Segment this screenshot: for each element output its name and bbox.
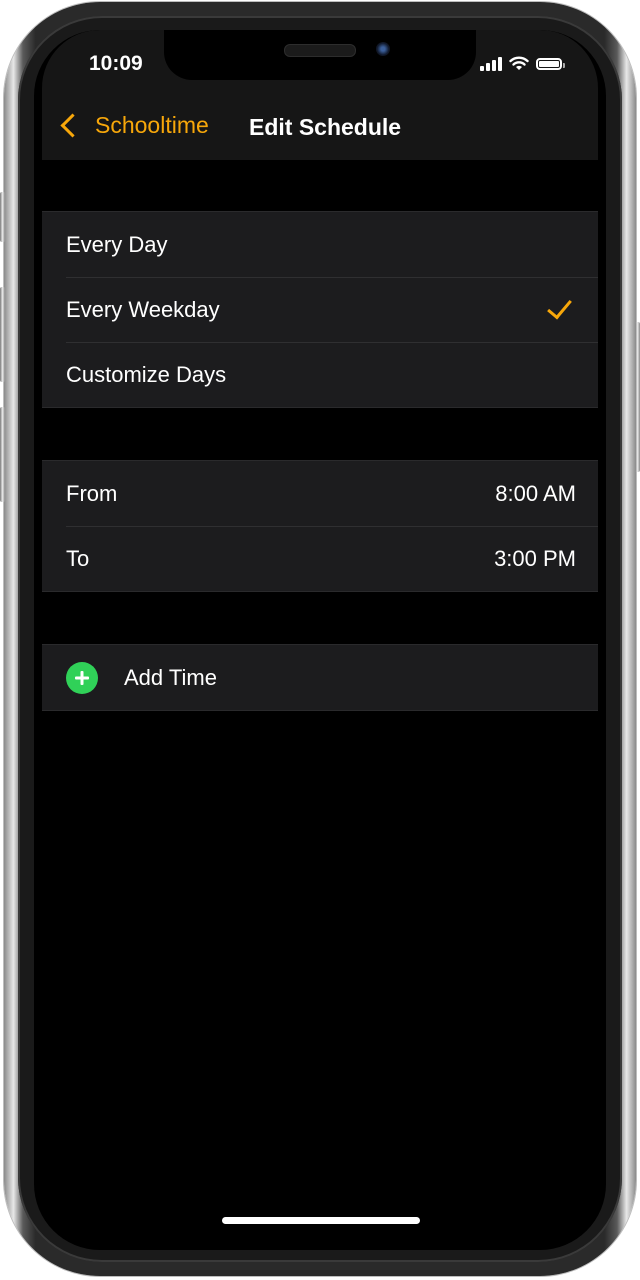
time-range-group: From 8:00 AM To 3:00 PM	[42, 460, 598, 592]
wifi-icon	[509, 56, 529, 70]
checkmark-icon	[547, 293, 572, 320]
back-button-label: Schooltime	[95, 112, 209, 138]
option-every-weekday[interactable]: Every Weekday	[42, 277, 598, 342]
option-label: Every Day	[66, 231, 168, 257]
option-label: Every Weekday	[66, 296, 220, 322]
mute-switch	[0, 192, 5, 242]
front-camera	[376, 42, 390, 56]
battery-icon	[536, 57, 565, 70]
add-icon	[66, 661, 98, 694]
volume-down-button	[0, 407, 5, 502]
add-time-group: Add Time	[42, 644, 598, 711]
to-time-row[interactable]: To 3:00 PM	[42, 526, 598, 591]
option-label: Customize Days	[66, 361, 227, 387]
speaker-grille	[284, 44, 356, 57]
side-button	[635, 322, 640, 472]
status-icons	[480, 56, 565, 71]
to-label: To	[66, 545, 90, 571]
from-label: From	[66, 480, 118, 506]
chevron-left-icon	[60, 113, 85, 138]
option-customize-days[interactable]: Customize Days	[42, 342, 598, 407]
screen: 10:09 Schooltime Edit Schedule Every Day	[34, 30, 606, 1250]
from-value: 8:00 AM	[495, 480, 576, 506]
notch	[164, 30, 476, 80]
add-time-button[interactable]: Add Time	[42, 645, 598, 710]
from-time-row[interactable]: From 8:00 AM	[42, 461, 598, 526]
volume-up-button	[0, 287, 5, 382]
back-button[interactable]: Schooltime	[60, 112, 209, 139]
home-indicator[interactable]	[222, 1217, 420, 1224]
add-time-label: Add Time	[124, 664, 217, 690]
signal-icon	[480, 56, 502, 71]
repeat-options-group: Every Day Every Weekday Customize Days	[42, 211, 598, 408]
page-title: Edit Schedule	[249, 114, 402, 140]
option-every-day[interactable]: Every Day	[42, 212, 598, 277]
status-time: 10:09	[89, 52, 143, 75]
to-value: 3:00 PM	[494, 545, 576, 571]
